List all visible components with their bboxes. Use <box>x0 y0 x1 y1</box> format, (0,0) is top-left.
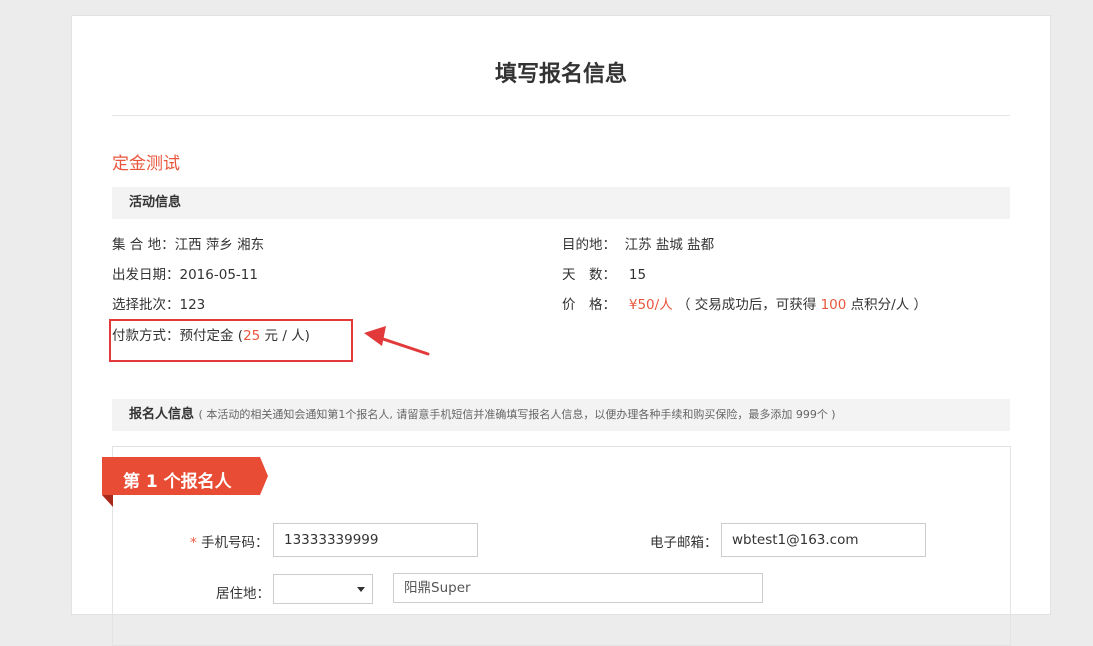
phone-field-label: * 手机号码： <box>190 531 269 551</box>
activity-section-header: 活动信息 <box>112 187 1010 219</box>
price-label: 价 格： <box>562 297 616 313</box>
residence-detail-input[interactable]: 阳鼎Super <box>393 573 763 603</box>
days-value: 15 <box>628 267 647 283</box>
registrant-section-title: 报名人信息 <box>129 407 195 422</box>
price-points: 100 <box>820 297 847 313</box>
batch-row: 选择批次：123 <box>112 293 205 313</box>
chevron-down-icon <box>357 587 365 592</box>
phone-input[interactable]: 13333339999 <box>273 523 478 557</box>
date-label: 出发日期： <box>112 267 180 283</box>
phone-required-mark: * <box>190 535 197 551</box>
gather-value: 江西 萍乡 湘东 <box>174 237 265 253</box>
destination-row: 目的地： 江苏 盐城 盐都 <box>562 233 714 253</box>
batch-label: 选择批次： <box>112 297 180 313</box>
gather-row: 集 合 地：江西 萍乡 湘东 <box>112 233 264 253</box>
destination-value: 江苏 盐城 盐都 <box>624 237 715 253</box>
email-field-label: 电子邮箱： <box>650 535 718 551</box>
event-name: 定金测试 <box>112 154 180 174</box>
destination-label: 目的地： <box>562 237 616 253</box>
gather-label: 集 合 地： <box>112 237 175 253</box>
days-row: 天 数： 15 <box>562 263 646 283</box>
registrant-ribbon-label: 第 1 个报名人 <box>123 472 232 492</box>
page-title: 填写报名信息 <box>494 62 627 87</box>
days-label: 天 数： <box>562 267 616 283</box>
date-row: 出发日期：2016-05-11 <box>112 263 258 283</box>
price-row: 价 格： ¥50/人 （ 交易成功后，可获得 100 点积分/人 ） <box>562 293 927 313</box>
residence-label: 居住地： <box>216 586 270 602</box>
price-value: ¥50/人 <box>628 297 673 313</box>
price-note-pre: （ 交易成功后，可获得 <box>677 297 817 313</box>
date-value: 2016-05-11 <box>179 267 258 283</box>
annotation-arrow-icon <box>364 326 430 356</box>
email-input[interactable]: wbtest1@163.com <box>721 523 926 557</box>
registrant-section-header: 报名人信息 ( 本活动的相关通知会通知第1个报名人, 请留意手机短信并准确填写报… <box>112 399 1010 431</box>
residence-select[interactable] <box>273 574 373 604</box>
activity-section-title: 活动信息 <box>129 195 182 210</box>
price-note-post: 点积分/人 ） <box>850 297 928 313</box>
batch-value: 123 <box>179 297 206 313</box>
title-divider <box>112 115 1010 116</box>
registrant-section-note: ( 本活动的相关通知会通知第1个报名人, 请留意手机短信并准确填写报名人信息，以… <box>198 408 836 421</box>
phone-label: 手机号码： <box>201 535 269 551</box>
payment-highlight-box <box>109 319 353 362</box>
